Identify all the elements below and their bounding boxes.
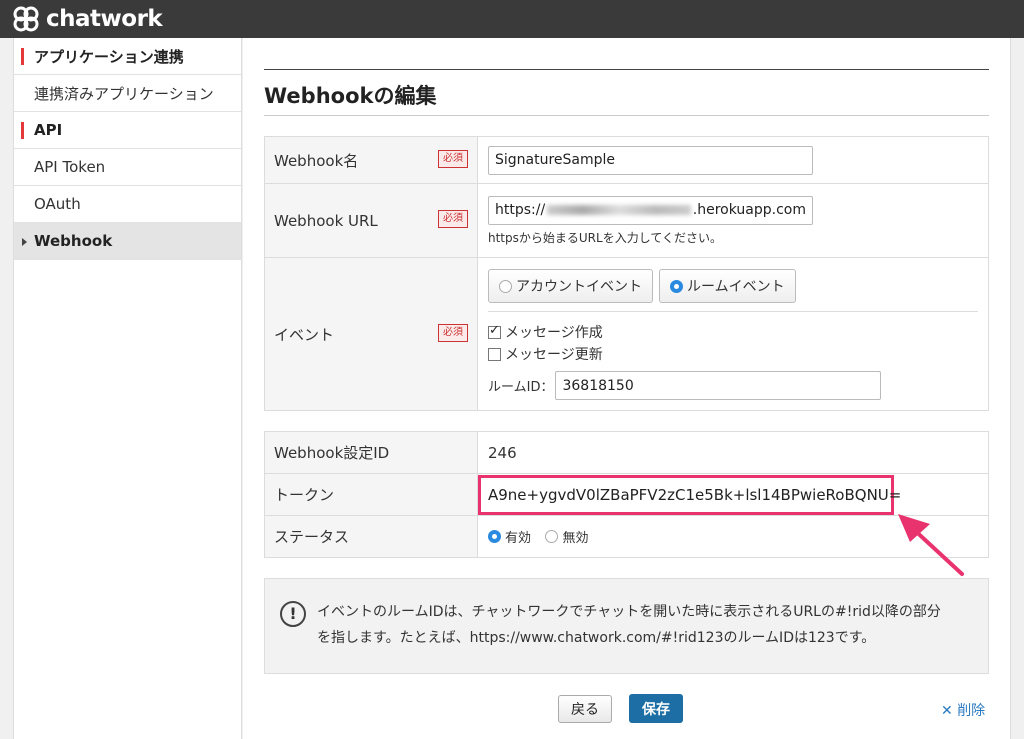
url-value-cell: https:// .herokuapp.com httpsから始まるURLを入力… [477,183,989,258]
info-note: ! イベントのルームIDは、チャットワークでチャットを開いた時に表示されるURL… [264,578,989,674]
account-event-option[interactable]: アカウントイベント [488,269,653,303]
sidebar-heading-api: API [14,112,241,149]
token-value-highlight: A9ne+ygvdV0lZBaPFV2zC1e5Bk+lsl14BPwieRoB… [478,474,901,515]
info-row-id: Webhook設定ID 246 [264,431,989,474]
sidebar-item-oauth[interactable]: OAuth [14,186,241,223]
back-button[interactable]: 戻る [558,695,612,723]
token-label: トークン [264,473,478,516]
status-enabled-label: 有効 [505,530,532,546]
status-label: ステータス [264,515,478,558]
required-badge: 必須 [438,324,468,342]
sidebar-item-api-token[interactable]: API Token [14,149,241,186]
url-label-cell: Webhook URL 必須 [264,183,478,258]
note-text: イベントのルームIDは、チャットワークでチャットを開いた時に表示されるURLの#… [317,599,977,651]
sidebar-item-connected-apps[interactable]: 連携済みアプリケーション [14,75,241,112]
form-row-name: Webhook名 必須 SignatureSample [264,136,989,184]
event-label-cell: イベント 必須 [264,257,478,411]
delete-link[interactable]: ✕ 削除 [941,700,985,720]
pointer-arrow-icon [898,514,964,576]
message-update-checkbox[interactable] [488,347,501,361]
page-title: Webhookの編集 [264,84,437,108]
webhook-id-label: Webhook設定ID [264,431,478,474]
info-row-token: トークン A9ne+ygvdV0lZBaPFV2zC1e5Bk+lsl14BPw… [264,473,989,516]
webhook-name-input[interactable]: SignatureSample [488,145,813,175]
close-icon: ✕ [941,703,953,719]
main-content: Webhookの編集 Webhook名 必須 SignatureSample W… [243,38,1011,739]
form-row-event: イベント 必須 アカウントイベント ルームイベント ✓ メッセージ作成 メッセー… [264,257,989,411]
chatwork-logo[interactable]: chatwork [12,5,163,33]
sidebar: アプリケーション連携 連携済みアプリケーション API API Token OA… [13,38,242,739]
message-create-checkbox[interactable] [488,323,501,339]
event-checkboxes: メッセージ作成 メッセージ更新 [488,321,988,365]
name-label-cell: Webhook名 必須 [264,136,478,184]
save-button[interactable]: 保存 [629,694,683,723]
name-value-cell: SignatureSample [477,136,989,184]
status-enabled-radio[interactable] [488,529,501,543]
url-prefix: https:// [495,202,546,218]
webhook-id-value: 246 [477,431,989,474]
message-update-label: メッセージ更新 [505,347,603,363]
room-event-radio[interactable] [670,279,683,293]
status-disabled-option[interactable]: 無効 [545,527,588,546]
account-event-radio[interactable] [499,279,512,293]
account-event-label: アカウントイベント [516,279,642,295]
room-id-input[interactable]: 36818150 [555,371,882,400]
info-row-status: ステータス 有効 無効 [264,515,989,558]
form-row-url: Webhook URL 必須 https:// .herokuapp.com h… [264,183,989,258]
status-enabled-option[interactable]: 有効 [488,527,531,546]
status-disabled-label: 無効 [562,530,589,546]
exclamation-icon: ! [280,601,306,627]
token-value[interactable]: A9ne+ygvdV0lZBaPFV2zC1e5Bk+lsl14BPwieRoB… [488,486,901,504]
note-line-1: イベントのルームIDは、チャットワークでチャットを開いた時に表示されるURLの#… [317,604,941,620]
chatwork-logo-icon [13,6,39,32]
required-badge: 必須 [438,210,468,228]
webhook-info-table: Webhook設定ID 246 トークン A9ne+ygvdV0lZBaPFV2… [264,431,989,558]
url-label: Webhook URL [274,211,378,230]
top-bar: chatwork [0,0,1024,38]
title-underline [264,115,989,116]
event-value-cell: アカウントイベント ルームイベント メッセージ作成 メッセージ更新 [477,257,989,411]
logo-text: chatwork [46,6,163,32]
required-badge: 必須 [438,150,468,168]
note-line-2: を指します。たとえば、https://www.chatwork.com/#!ri… [317,630,876,646]
webhook-url-input[interactable]: https:// .herokuapp.com [488,195,813,225]
url-redacted [547,205,691,215]
event-type-options: アカウントイベント ルームイベント [488,269,978,312]
room-event-option[interactable]: ルームイベント [659,269,796,303]
status-disabled-radio[interactable] [545,529,559,543]
room-event-label: ルームイベント [687,279,785,295]
token-value-cell: A9ne+ygvdV0lZBaPFV2zC1e5Bk+lsl14BPwieRoB… [477,473,989,516]
sidebar-item-webhook[interactable]: Webhook [14,223,241,260]
check-row-update[interactable]: メッセージ更新 [488,343,988,365]
check-row-create[interactable]: メッセージ作成 [488,321,988,343]
delete-label: 削除 [957,703,986,719]
webhook-form-table: Webhook名 必須 SignatureSample Webhook URL … [264,136,989,411]
sidebar-heading-app-integration: アプリケーション連携 [14,38,241,75]
room-id-label: ルームID： [488,380,554,395]
url-suffix: .herokuapp.com [692,202,806,218]
event-label: イベント [274,325,335,344]
name-label: Webhook名 [274,151,359,170]
message-create-label: メッセージ作成 [505,325,603,341]
url-hint: httpsから始まるURLを入力してください。 [488,230,722,245]
room-id-row: ルームID： 36818150 [488,371,988,400]
title-divider [264,69,989,70]
